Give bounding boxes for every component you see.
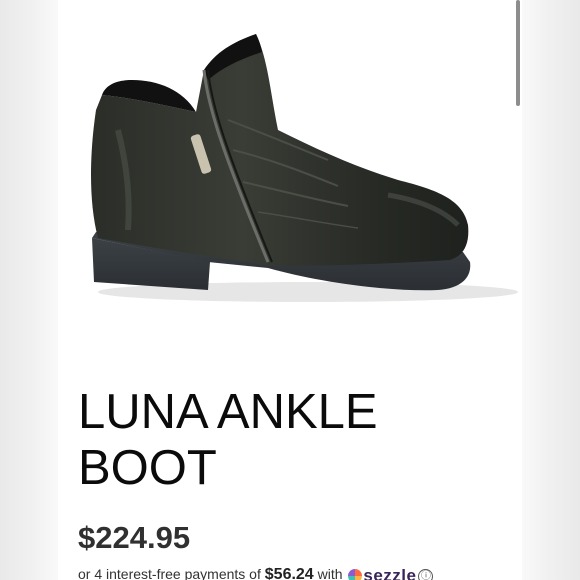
product-title: LUNA ANKLE BOOT <box>78 385 378 495</box>
installment-message: or 4 interest-free payments of $56.24 wi… <box>78 566 434 580</box>
scrollbar-thumb[interactable] <box>516 0 520 106</box>
sezzle-logo[interactable]: sezzle <box>348 566 416 580</box>
product-page: LUNA ANKLE BOOT $224.95 or 4 interest-fr… <box>58 0 522 580</box>
product-image[interactable] <box>58 0 522 340</box>
left-background-shade <box>0 0 60 580</box>
info-icon[interactable]: ⓘ <box>418 569 434 580</box>
ankle-boot-photo <box>91 34 518 302</box>
sezzle-logo-icon <box>348 569 363 580</box>
installment-suffix: with <box>313 566 347 580</box>
sezzle-logo-text: sezzle <box>363 566 417 580</box>
installment-prefix: or 4 interest-free payments of <box>78 566 265 580</box>
product-price: $224.95 <box>78 520 191 555</box>
installment-amount: $56.24 <box>264 566 314 580</box>
right-background-shade <box>520 0 580 580</box>
